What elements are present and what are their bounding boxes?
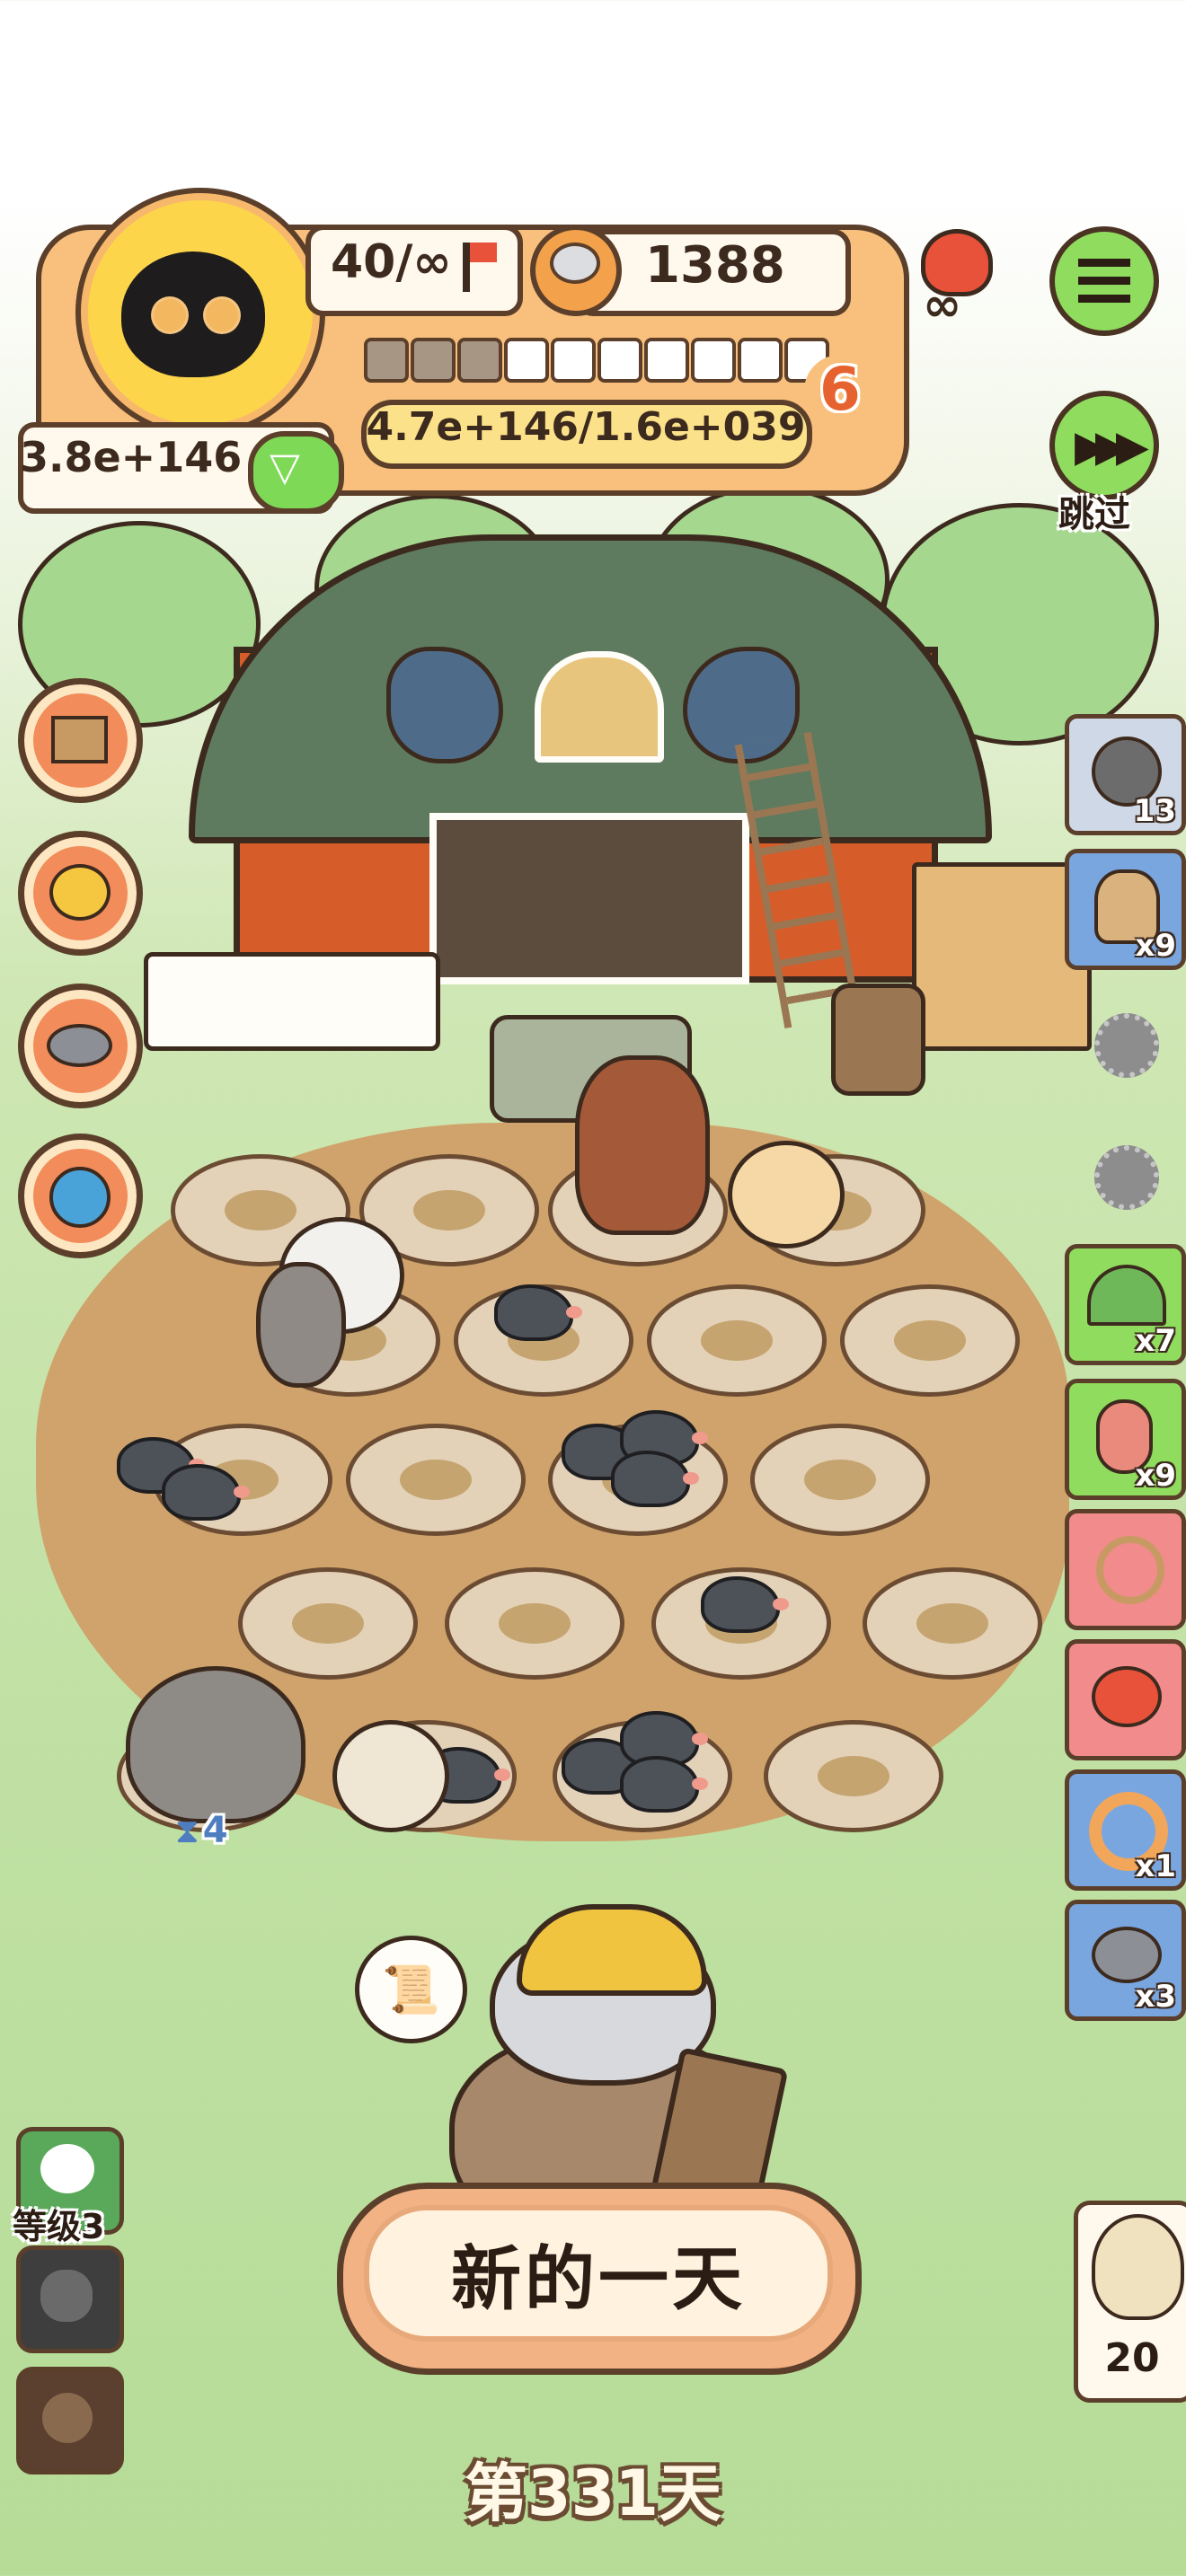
barn-door [429, 813, 749, 984]
paw-print-icon [42, 2393, 93, 2443]
cat-food-can-icon [530, 225, 622, 316]
progress-segment [644, 338, 689, 383]
item-count: x9 [1135, 928, 1176, 964]
day-counter: 第331天 [464, 2457, 722, 2530]
owl-icon [1092, 2214, 1184, 2320]
toy-icon [49, 1167, 111, 1228]
menu-button[interactable] [1049, 226, 1159, 336]
locked-slot[interactable] [16, 2245, 124, 2353]
eggs-icon [49, 864, 111, 921]
tent-icon [1087, 1265, 1166, 1326]
chevron-down-icon: ▽ [270, 445, 300, 490]
dig-hole[interactable] [840, 1284, 1020, 1397]
hay-window [535, 651, 664, 763]
owl-count: 20 [1104, 2335, 1160, 2381]
sloth[interactable] [126, 1666, 305, 1823]
food-can-icon [1092, 1927, 1162, 1983]
item-card[interactable]: x9 [1065, 849, 1186, 970]
progress-segment [364, 338, 409, 383]
progress-segment [411, 338, 456, 383]
item-card[interactable]: 13 [1065, 714, 1186, 835]
power-value: 3.8e+146 [20, 433, 243, 481]
bowl-icon [47, 1024, 112, 1067]
crab-icon [1092, 1666, 1162, 1727]
progress-segment [738, 338, 783, 383]
progress-segment [597, 338, 642, 383]
bowl-button[interactable] [18, 984, 143, 1108]
owl-card[interactable]: 20 [1074, 2201, 1186, 2403]
flag-icon [463, 243, 497, 292]
item-card[interactable] [1065, 1639, 1186, 1760]
gear-icon [1094, 1145, 1159, 1210]
progress-segment [691, 338, 736, 383]
item-count: x7 [1135, 1323, 1176, 1359]
dig-hole[interactable] [647, 1284, 827, 1397]
barrel [831, 984, 925, 1096]
rabbit[interactable] [256, 1262, 346, 1388]
blob-icon [40, 2270, 93, 2322]
paw-icon [203, 296, 241, 334]
item-count: x3 [1135, 1979, 1176, 2015]
carrot-planter [144, 952, 440, 1051]
progress-segment [457, 338, 502, 383]
item-card[interactable]: x9 [1065, 1379, 1186, 1500]
rope-icon [1096, 1536, 1164, 1604]
dig-hole[interactable] [764, 1720, 943, 1832]
dig-hole[interactable] [238, 1567, 418, 1680]
hourglass-icon: ⧗ [175, 1810, 199, 1850]
progress-segment [504, 338, 549, 383]
item-count: x9 [1135, 1458, 1176, 1494]
item-card[interactable]: x7 [1065, 1244, 1186, 1365]
black-cat-avatar-icon [121, 251, 265, 377]
level-label: 等级3 [13, 2207, 105, 2246]
item-card[interactable]: x1 [1065, 1769, 1186, 1891]
skip-button[interactable]: ▶▶▶ [1049, 391, 1159, 500]
stage-text: 40/∞ [331, 235, 452, 289]
paw-icon [151, 296, 189, 334]
skip-label[interactable]: 跳过 [1058, 485, 1130, 537]
hard-hat [517, 1904, 707, 1996]
certificate-bubble[interactable]: 📜 [355, 1936, 467, 2043]
dig-hole[interactable] [750, 1424, 930, 1536]
frog-icon [40, 2144, 94, 2193]
item-card[interactable] [1065, 1509, 1186, 1630]
gear-icon [1094, 1013, 1159, 1078]
list-icon [1078, 259, 1130, 304]
exp-text: 4.7e+146/1.6e+039 [366, 404, 806, 450]
progress-segment [551, 338, 596, 383]
dig-hole[interactable] [445, 1567, 624, 1680]
toy-button[interactable] [18, 1134, 143, 1258]
fast-forward-icon: ▶▶▶ [1075, 421, 1149, 472]
dig-hole[interactable] [863, 1567, 1042, 1680]
coin-count: 1388 [645, 236, 785, 295]
new-day-button[interactable]: 新的一天 [364, 2205, 833, 2342]
dig-hole[interactable] [346, 1424, 526, 1536]
lizard[interactable] [575, 1055, 710, 1235]
certificate-icon: 📜 [382, 1963, 440, 2017]
box-button[interactable] [18, 678, 143, 803]
item-card[interactable]: x3 [1065, 1900, 1186, 2021]
box-icon [51, 716, 108, 763]
eggs-button[interactable] [18, 831, 143, 956]
hedgehog[interactable] [332, 1720, 449, 1832]
item-count: x1 [1135, 1848, 1176, 1884]
flame-infinity-icon[interactable]: ∞ [912, 229, 993, 332]
item-count: 13 [1133, 793, 1176, 829]
hamster[interactable] [728, 1141, 845, 1248]
timer-value: 4 [202, 1810, 228, 1851]
level-number: 6 [819, 355, 861, 424]
timer: ⧗ 4 [175, 1810, 228, 1851]
